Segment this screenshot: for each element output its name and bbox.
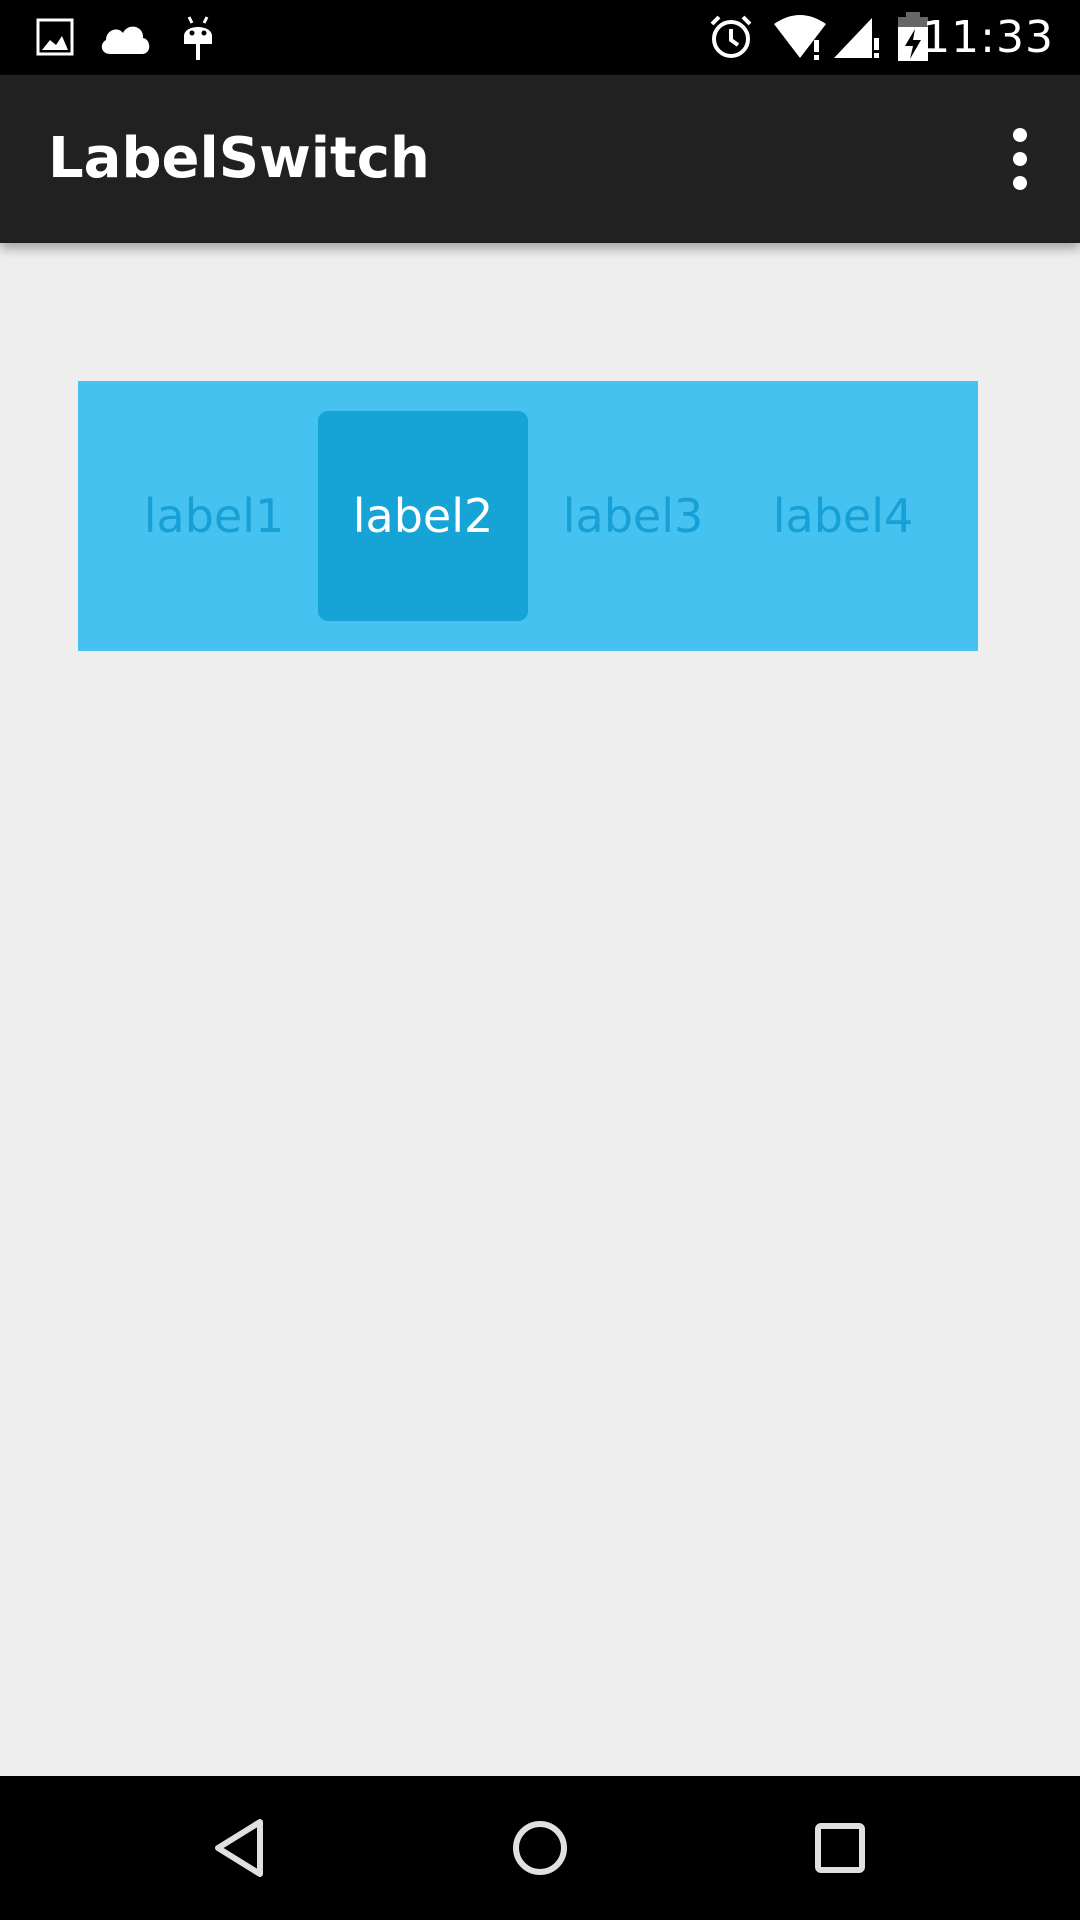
cloud-icon: [98, 20, 152, 60]
navigation-bar: [0, 1776, 1080, 1920]
label-switch-text: label1: [143, 489, 285, 543]
label-switch-text: label4: [772, 489, 914, 543]
label-switch-text: label3: [562, 489, 704, 543]
status-bar: 11:33: [0, 0, 1080, 75]
action-bar: LabelSwitch: [0, 75, 1080, 243]
more-vert-icon: [1013, 128, 1027, 142]
more-vert-icon-dot: [1013, 176, 1027, 190]
label-switch-item-label1[interactable]: label1: [109, 411, 319, 621]
status-time: 11:33: [922, 12, 1054, 63]
nav-recents-button[interactable]: [790, 1798, 890, 1898]
overflow-menu-button[interactable]: [970, 109, 1070, 209]
label-switch-item-label2[interactable]: label2: [318, 411, 528, 621]
signal-icon: [832, 14, 880, 64]
home-icon: [513, 1821, 567, 1875]
label-switch: label1 label2 label3 label4: [78, 381, 978, 651]
more-vert-icon-dot: [1013, 152, 1027, 166]
image-icon: [36, 18, 74, 60]
back-icon: [215, 1819, 263, 1877]
app-title: LabelSwitch: [48, 126, 430, 191]
label-switch-item-label3[interactable]: label3: [528, 411, 738, 621]
recents-icon: [815, 1823, 865, 1873]
alarm-icon: [708, 14, 754, 64]
wifi-icon: [772, 14, 828, 64]
android-debug-icon: [180, 14, 216, 66]
label-switch-item-label4[interactable]: label4: [738, 411, 948, 621]
label-switch-text: label2: [352, 489, 494, 543]
nav-home-button[interactable]: [490, 1798, 590, 1898]
nav-back-button[interactable]: [190, 1798, 290, 1898]
